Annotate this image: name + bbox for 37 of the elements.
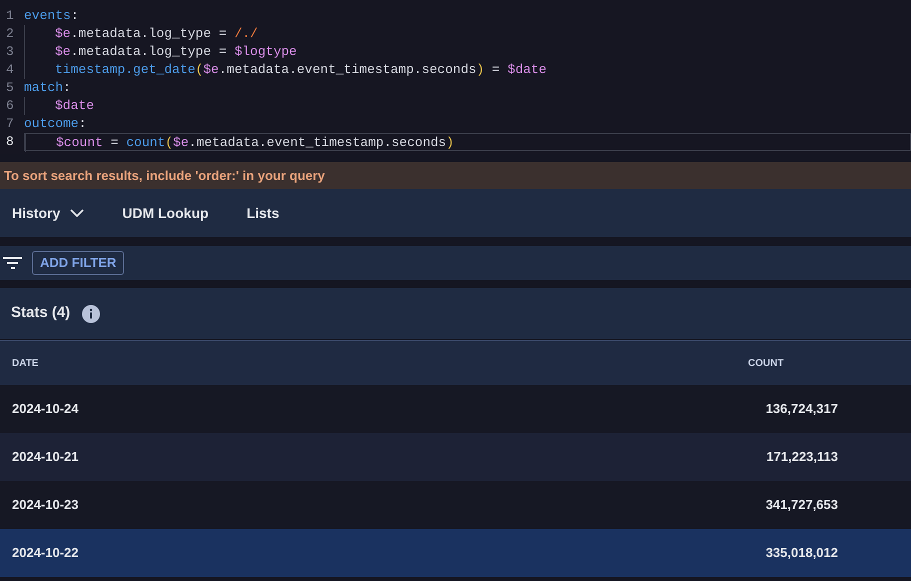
tab[interactable]: Lists — [246, 202, 280, 224]
table-cell-text: 335,018,012 — [764, 544, 838, 562]
code-line: events: — [24, 7, 79, 25]
column-header: DATE — [11, 356, 40, 370]
table-cell-text: 2024-10-21 — [11, 448, 80, 466]
tab[interactable]: History — [12, 202, 84, 224]
code-line: outcome: — [24, 115, 86, 133]
stats-title: Stats (4) — [11, 303, 70, 324]
line-number: 5 — [5, 79, 15, 97]
line-number: 3 — [5, 43, 15, 61]
code-line: $count = count($e.metadata.event_timestamp.seconds) — [56, 134, 454, 150]
code-line: $date — [55, 97, 94, 115]
tab[interactable]: UDM Lookup — [122, 202, 209, 224]
chevron-down-icon — [70, 209, 84, 217]
line-number: 6 — [5, 97, 15, 115]
filter-icon[interactable] — [3, 256, 22, 270]
notice-text: To sort search results, include 'order:' in your query — [4, 166, 325, 185]
line-number: 4 — [5, 61, 15, 79]
line-number: 1 — [5, 7, 15, 25]
line-number: 2 — [5, 25, 15, 43]
code-line: match: — [24, 79, 71, 97]
table-cell-text: 2024-10-22 — [11, 544, 80, 562]
table-row[interactable]: 2024-10-22 335,018,012 — [0, 529, 911, 577]
table-cell-text: 2024-10-23 — [11, 496, 80, 514]
table-row[interactable]: 2024-10-21 171,223,113 — [0, 433, 911, 481]
table-cell-text: 171,223,113 — [765, 448, 838, 466]
code-line: timestamp.get_date($e.metadata.event_timestamp.seconds) = $date — [55, 61, 547, 79]
table-cell-text: 2024-10-24 — [11, 400, 80, 418]
line-number: 7 — [5, 115, 15, 133]
line-number: 8 — [5, 133, 15, 151]
table-cell-text: 136,724,317 — [764, 400, 838, 418]
code-line: $e.metadata.log_type = /./ — [55, 25, 258, 43]
info-icon[interactable] — [82, 304, 100, 322]
add-filter-button[interactable]: ADD FILTER — [32, 251, 124, 275]
column-header: COUNT — [748, 356, 784, 370]
code-line: $e.metadata.log_type = $logtype — [55, 43, 297, 61]
table-cell-text: 341,727,653 — [764, 496, 838, 514]
